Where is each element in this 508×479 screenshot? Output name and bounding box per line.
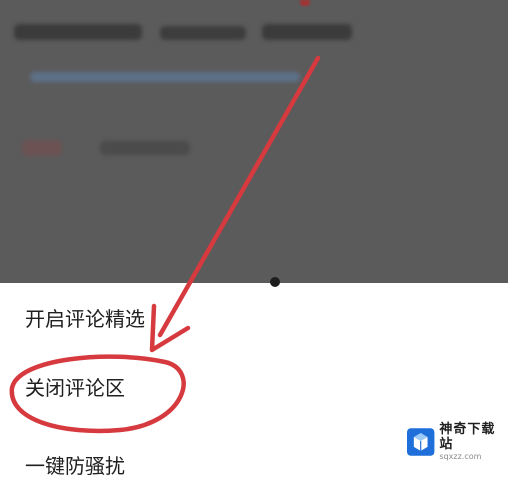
blurred-link [30,72,300,82]
sheet-handle[interactable] [270,277,280,287]
menu-item-anti-harassment[interactable]: 一键防骚扰 [25,450,125,479]
blurred-text [14,24,142,40]
blurred-text [262,24,352,40]
blurred-tag [22,140,62,156]
watermark: 神奇下载站 sqxzz.com [406,422,508,462]
dimmed-background [0,0,508,283]
watermark-url: sqxzz.com [439,452,482,461]
blurred-text [160,26,246,40]
menu-item-close-comments[interactable]: 关闭评论区 [25,372,125,401]
background-badge [300,0,310,6]
site-logo-icon [406,428,435,456]
blurred-text [100,141,190,155]
watermark-name: 神奇下载站 [439,422,496,452]
menu-item-enable-comment-selection[interactable]: 开启评论精选 [25,303,145,332]
